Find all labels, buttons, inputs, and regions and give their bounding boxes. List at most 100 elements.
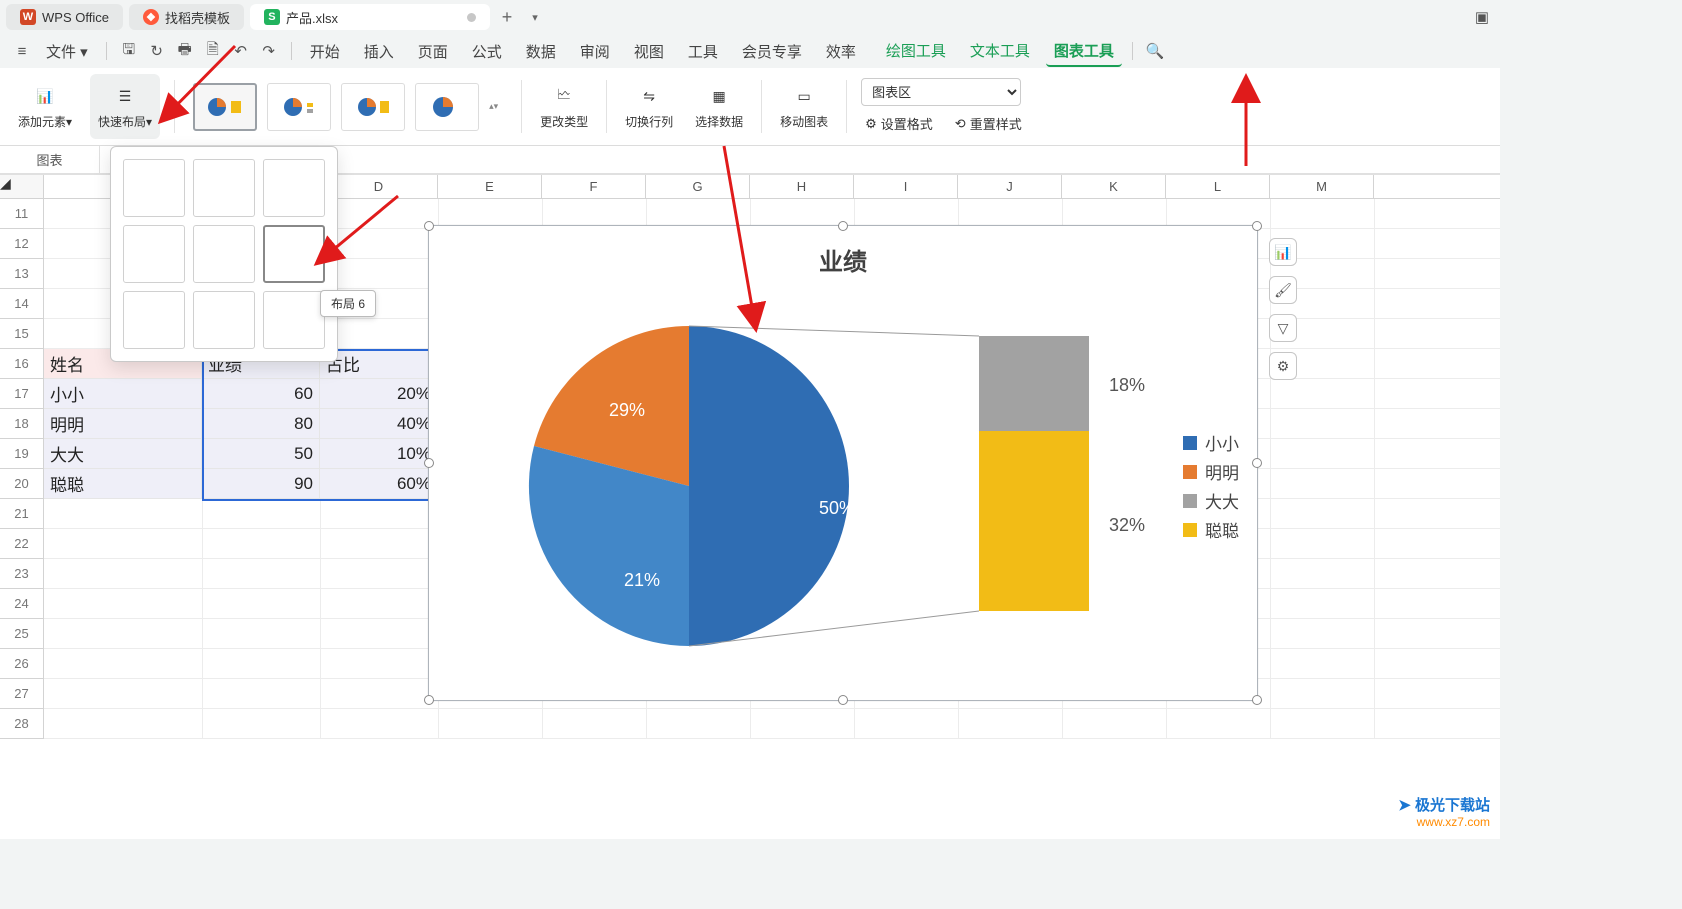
undo-icon[interactable]: ↶ <box>229 39 253 63</box>
panel-toggle-icon[interactable]: ▣ <box>1470 5 1494 29</box>
cell-B20[interactable]: 聪聪 <box>44 469 202 499</box>
menu-数据[interactable]: 数据 <box>518 37 564 66</box>
col-header-I[interactable]: I <box>854 175 958 198</box>
layout-option-4[interactable] <box>123 225 185 283</box>
menu-公式[interactable]: 公式 <box>464 37 510 66</box>
tab-dropdown-icon[interactable]: ▾ <box>524 6 546 28</box>
print-icon[interactable]: 🖶 <box>173 39 197 63</box>
chart-region-select[interactable]: 图表区 <box>861 78 1021 106</box>
cell-C20[interactable]: 90 <box>202 469 320 499</box>
hamburger-icon[interactable]: ≡ <box>10 39 34 63</box>
row-header[interactable]: 16 <box>0 349 44 379</box>
file-menu[interactable]: 文件 ▾ <box>38 37 96 66</box>
search-icon[interactable]: 🔍 <box>1143 39 1167 63</box>
quick-layout-dropdown[interactable] <box>110 146 338 362</box>
new-tab-button[interactable]: + <box>496 6 518 28</box>
col-header-L[interactable]: L <box>1166 175 1270 198</box>
menu-文本工具[interactable]: 文本工具 <box>962 36 1038 67</box>
col-header-E[interactable]: E <box>438 175 542 198</box>
layout-option-7[interactable] <box>123 291 185 349</box>
close-tab-icon[interactable] <box>467 13 476 22</box>
chart-elements-icon[interactable]: 📊 <box>1269 238 1297 266</box>
move-chart-button[interactable]: ▭ 移动图表 <box>776 74 832 139</box>
row-header[interactable]: 23 <box>0 559 44 589</box>
cell-D18[interactable]: 40% <box>320 409 438 439</box>
cell-D19[interactable]: 10% <box>320 439 438 469</box>
row-header[interactable]: 19 <box>0 439 44 469</box>
col-header-F[interactable]: F <box>542 175 646 198</box>
layout-option-1[interactable] <box>123 159 185 217</box>
row-header[interactable]: 22 <box>0 529 44 559</box>
reset-style-button[interactable]: ⟲ 重置样式 <box>951 112 1026 135</box>
menu-插入[interactable]: 插入 <box>356 37 402 66</box>
layout-option-8[interactable] <box>193 291 255 349</box>
cell-B19[interactable]: 大大 <box>44 439 202 469</box>
col-header-J[interactable]: J <box>958 175 1062 198</box>
tab-templates[interactable]: ❖ 找稻壳模板 <box>129 4 244 30</box>
chart-settings-icon[interactable]: ⚙ <box>1269 352 1297 380</box>
row-header[interactable]: 11 <box>0 199 44 229</box>
row-header[interactable]: 12 <box>0 229 44 259</box>
chart-plot[interactable]: 50% 29% 21% 18% 32% <box>469 306 1209 666</box>
layout-option-9[interactable] <box>263 291 325 349</box>
row-header[interactable]: 14 <box>0 289 44 319</box>
row-header[interactable]: 18 <box>0 409 44 439</box>
cell-C19[interactable]: 50 <box>202 439 320 469</box>
quick-layout-button[interactable]: ☰ 快速布局▾ <box>90 74 160 139</box>
cell-D20[interactable]: 60% <box>320 469 438 499</box>
row-header[interactable]: 21 <box>0 499 44 529</box>
cell-B17[interactable]: 小小 <box>44 379 202 409</box>
change-type-button[interactable]: 🗠 更改类型 <box>536 74 592 139</box>
row-header[interactable]: 27 <box>0 679 44 709</box>
menu-绘图工具[interactable]: 绘图工具 <box>878 36 954 67</box>
menu-开始[interactable]: 开始 <box>302 37 348 66</box>
chart-title[interactable]: 业绩 <box>429 226 1257 281</box>
cell-C17[interactable]: 60 <box>202 379 320 409</box>
layout-option-5[interactable] <box>193 225 255 283</box>
col-header-H[interactable]: H <box>750 175 854 198</box>
layout-option-3[interactable] <box>263 159 325 217</box>
menu-审阅[interactable]: 审阅 <box>572 37 618 66</box>
cell-B18[interactable]: 明明 <box>44 409 202 439</box>
tab-wps-office[interactable]: W WPS Office <box>6 4 123 30</box>
menu-会员专享[interactable]: 会员专享 <box>734 37 810 66</box>
menu-视图[interactable]: 视图 <box>626 37 672 66</box>
select-data-button[interactable]: ▦ 选择数据 <box>691 74 747 139</box>
chart-style-4[interactable] <box>415 83 479 131</box>
row-header[interactable]: 15 <box>0 319 44 349</box>
gallery-scroll-icon[interactable]: ▴▾ <box>489 101 503 112</box>
redo-icon[interactable]: ↷ <box>257 39 281 63</box>
chart-style-3[interactable] <box>341 83 405 131</box>
refresh-icon[interactable]: ↻ <box>145 39 169 63</box>
chart-filter-icon[interactable]: ▽ <box>1269 314 1297 342</box>
set-format-button[interactable]: ⚙ 设置格式 <box>861 112 937 135</box>
row-header[interactable]: 28 <box>0 709 44 739</box>
chart-style-gallery[interactable]: ▴▾ <box>189 74 507 139</box>
chart-style-1[interactable] <box>193 83 257 131</box>
layout-option-6[interactable] <box>263 225 325 283</box>
row-header[interactable]: 24 <box>0 589 44 619</box>
chart-style-2[interactable] <box>267 83 331 131</box>
chart-styles-icon[interactable]: 🖌 <box>1269 276 1297 304</box>
menu-图表工具[interactable]: 图表工具 <box>1046 36 1122 67</box>
row-header[interactable]: 13 <box>0 259 44 289</box>
layout-option-2[interactable] <box>193 159 255 217</box>
switch-row-col-button[interactable]: ⇋ 切换行列 <box>621 74 677 139</box>
chart-legend[interactable]: 小小 明明 大大 聪聪 <box>1183 426 1239 546</box>
cell-D17[interactable]: 20% <box>320 379 438 409</box>
row-header[interactable]: 25 <box>0 619 44 649</box>
tab-document[interactable]: S 产品.xlsx <box>250 4 490 30</box>
row-header[interactable]: 20 <box>0 469 44 499</box>
menu-页面[interactable]: 页面 <box>410 37 456 66</box>
col-header-G[interactable]: G <box>646 175 750 198</box>
print-preview-icon[interactable]: 🗎 <box>201 39 225 63</box>
cell-C18[interactable]: 80 <box>202 409 320 439</box>
chart-object[interactable]: 业绩 50% 29% 21% 18% 32% <box>428 225 1258 701</box>
col-header-M[interactable]: M <box>1270 175 1374 198</box>
row-header[interactable]: 17 <box>0 379 44 409</box>
row-header[interactable]: 26 <box>0 649 44 679</box>
col-header-K[interactable]: K <box>1062 175 1166 198</box>
menu-工具[interactable]: 工具 <box>680 37 726 66</box>
select-all-corner[interactable]: ◢ <box>0 175 44 198</box>
name-box[interactable]: 图表 <box>0 146 100 173</box>
